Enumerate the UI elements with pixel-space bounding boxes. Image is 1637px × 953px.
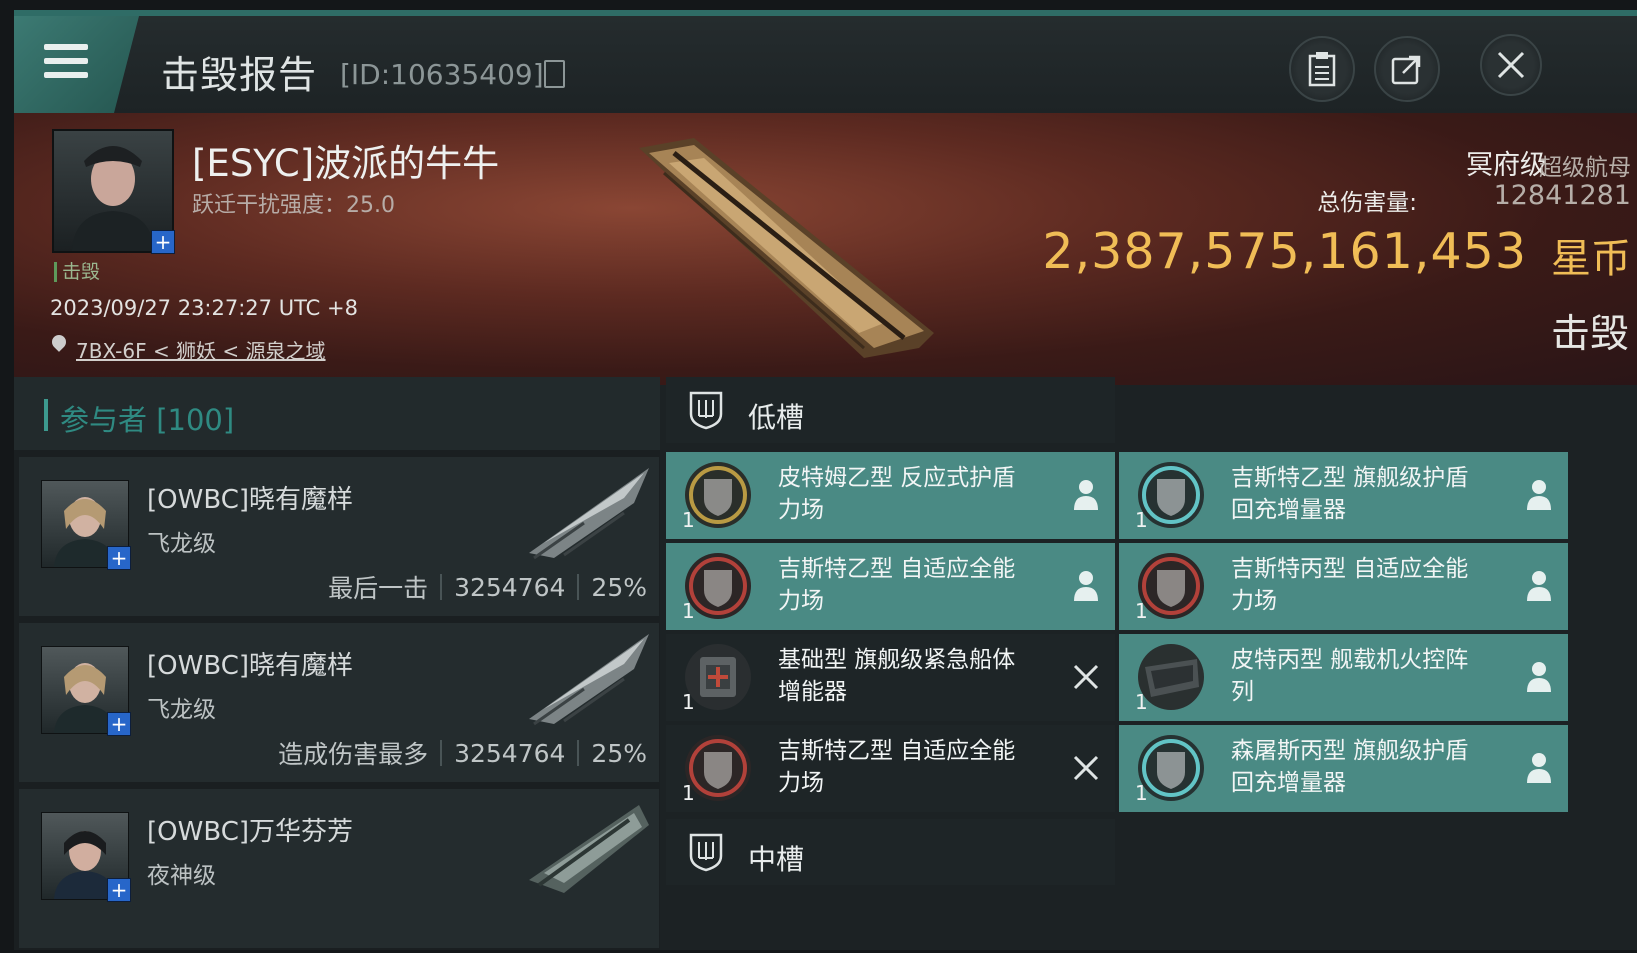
participant-ship-image xyxy=(529,634,649,726)
report-id: [ID:10635409] xyxy=(340,58,544,91)
add-contact-icon[interactable]: + xyxy=(107,712,131,736)
participant-card[interactable]: + [OWBC]万华芬芳 夜神级 xyxy=(19,789,659,948)
dropped-person-icon xyxy=(1527,753,1551,783)
participant-stats: 造成伤害最多 3254764 25% xyxy=(278,735,647,771)
participants-panel: 参与者 [100] + [OWBC]晓有魔样 飞龙级 最后一击 3254764 … xyxy=(14,377,660,950)
participant-tag: 造成伤害最多 xyxy=(278,740,429,769)
low-slot-header: 低槽 xyxy=(666,377,1115,443)
module-item[interactable]: 1 吉斯特乙型 自适应全能力场 xyxy=(666,725,1115,812)
participant-damage: 3254764 xyxy=(454,738,566,768)
participant-name: [OWBC]万华芬芳 xyxy=(147,817,353,847)
warp-jam-strength: 跃迁干扰强度：25.0 xyxy=(192,193,395,218)
total-damage-value: 12841281 xyxy=(1493,180,1631,211)
window-header: 击毁报告 [ID:10635409] xyxy=(14,16,1637,113)
close-button[interactable] xyxy=(1480,34,1542,96)
mid-slot-label: 中槽 xyxy=(748,843,805,876)
participant-damage: 3254764 xyxy=(454,572,566,602)
window-title: 击毁报告 xyxy=(161,53,318,97)
module-name: 基础型 旗舰级紧急船体增能器 xyxy=(778,647,1016,705)
low-slot-icon xyxy=(689,391,723,430)
close-icon xyxy=(1497,51,1525,79)
dropped-person-icon xyxy=(1527,662,1551,692)
module-name: 吉斯特丙型 自适应全能力场 xyxy=(1231,556,1469,614)
module-quantity: 1 xyxy=(682,508,695,532)
participant-stats: 最后一击 3254764 25% xyxy=(328,569,647,605)
module-item[interactable]: 1 吉斯特乙型 旗舰级护盾回充增量器 xyxy=(1119,452,1568,539)
dropped-person-icon xyxy=(1527,480,1551,510)
module-name: 吉斯特乙型 自适应全能力场 xyxy=(778,738,1016,796)
ship-type: 超级航母 xyxy=(1539,155,1631,181)
isk-unit: 星币 xyxy=(1551,236,1631,282)
dropped-person-icon xyxy=(1074,571,1098,601)
victim-name[interactable]: [ESYC]波派的牛牛 xyxy=(192,133,499,187)
fitting-panel: 低槽 1 皮特姆乙型 反应式护盾力场 1 吉斯特乙型 旗舰级护盾回充增量器 1 … xyxy=(666,377,1637,950)
participant-name: [OWBC]晓有魔样 xyxy=(147,485,353,515)
victim-banner: + [ESYC]波派的牛牛 跃迁干扰强度：25.0 击毁 2023/09/27 … xyxy=(14,113,1637,385)
clipboard-icon xyxy=(1308,52,1336,87)
destroyed-x-icon xyxy=(1073,664,1099,690)
module-item[interactable]: 1 皮特丙型 舰载机火控阵列 xyxy=(1119,634,1568,721)
module-quantity: 1 xyxy=(682,599,695,623)
result-label: 击毁 xyxy=(1550,312,1629,357)
low-slot-label: 低槽 xyxy=(748,401,805,434)
killmail-window: 击毁报告 [ID:10635409] + [ESYC]波派的牛牛 跃迁干扰强度：… xyxy=(14,10,1637,950)
dropped-person-icon xyxy=(1074,480,1098,510)
kill-location-link[interactable]: 7BX-6F < 狮妖 < 源泉之域 xyxy=(76,335,326,364)
status-tag: 击毁 xyxy=(54,262,100,282)
participant-card[interactable]: + [OWBC]晓有魔样 飞龙级 最后一击 3254764 25% xyxy=(19,457,659,616)
dropped-person-icon xyxy=(1527,571,1551,601)
clipboard-button[interactable] xyxy=(1289,36,1355,102)
add-contact-icon[interactable]: + xyxy=(107,546,131,570)
mid-slot-header: 中槽 xyxy=(666,819,1115,885)
module-quantity: 1 xyxy=(1135,508,1148,532)
module-item[interactable]: 1 吉斯特丙型 自适应全能力场 xyxy=(1119,543,1568,630)
participant-tag: 最后一击 xyxy=(328,574,429,603)
victim-portrait[interactable]: + xyxy=(52,129,175,254)
share-icon xyxy=(1391,55,1421,85)
module-item[interactable]: 1 皮特姆乙型 反应式护盾力场 xyxy=(666,452,1115,539)
module-name: 皮特姆乙型 反应式护盾力场 xyxy=(778,465,1016,523)
menu-button[interactable] xyxy=(14,16,139,113)
module-item[interactable]: 1 森屠斯丙型 旗舰级护盾回充增量器 xyxy=(1119,725,1568,812)
avatar[interactable]: + xyxy=(41,646,131,736)
participants-label: 参与者 [100] xyxy=(60,403,235,437)
participant-ship-image xyxy=(529,805,649,893)
module-item[interactable]: 1 基础型 旗舰级紧急船体增能器 xyxy=(666,634,1115,721)
participants-header[interactable]: 参与者 [100] xyxy=(14,377,660,450)
destroyed-x-icon xyxy=(1073,755,1099,781)
isk-value: 2,387,575,161,453 xyxy=(1042,223,1527,280)
participant-ship: 飞龙级 xyxy=(147,531,216,557)
mid-slot-icon xyxy=(689,833,723,872)
module-name: 森屠斯丙型 旗舰级护盾回充增量器 xyxy=(1231,738,1469,796)
kill-timestamp: 2023/09/27 23:27:27 UTC +8 xyxy=(50,296,358,320)
add-contact-icon[interactable]: + xyxy=(151,230,175,254)
module-name: 皮特丙型 舰载机火控阵列 xyxy=(1231,647,1469,705)
participant-name: [OWBC]晓有魔样 xyxy=(147,651,353,681)
participant-percent: 25% xyxy=(591,572,647,602)
module-quantity: 1 xyxy=(1135,599,1148,623)
module-quantity: 1 xyxy=(1135,690,1148,714)
participant-ship: 飞龙级 xyxy=(147,697,216,723)
location-pin-icon xyxy=(49,332,69,352)
module-quantity: 1 xyxy=(682,690,695,714)
victim-ship-image xyxy=(639,138,934,358)
module-quantity: 1 xyxy=(1135,781,1148,805)
participant-ship: 夜神级 xyxy=(147,863,216,889)
participant-card[interactable]: + [OWBC]晓有魔样 飞龙级 造成伤害最多 3254764 25% xyxy=(19,623,659,782)
module-item[interactable]: 1 吉斯特乙型 自适应全能力场 xyxy=(666,543,1115,630)
ship-class[interactable]: 冥府级 xyxy=(1466,143,1547,182)
add-contact-icon[interactable]: + xyxy=(107,878,131,902)
participant-percent: 25% xyxy=(591,738,647,768)
participant-ship-image xyxy=(529,468,649,560)
module-name: 吉斯特乙型 自适应全能力场 xyxy=(778,556,1016,614)
avatar[interactable]: + xyxy=(41,480,131,570)
total-damage-label: 总伤害量: xyxy=(1317,190,1417,216)
avatar[interactable]: + xyxy=(41,812,131,902)
share-button[interactable] xyxy=(1374,36,1440,102)
module-name: 吉斯特乙型 旗舰级护盾回充增量器 xyxy=(1231,465,1469,523)
copy-id-icon[interactable] xyxy=(544,60,565,88)
module-quantity: 1 xyxy=(682,781,695,805)
